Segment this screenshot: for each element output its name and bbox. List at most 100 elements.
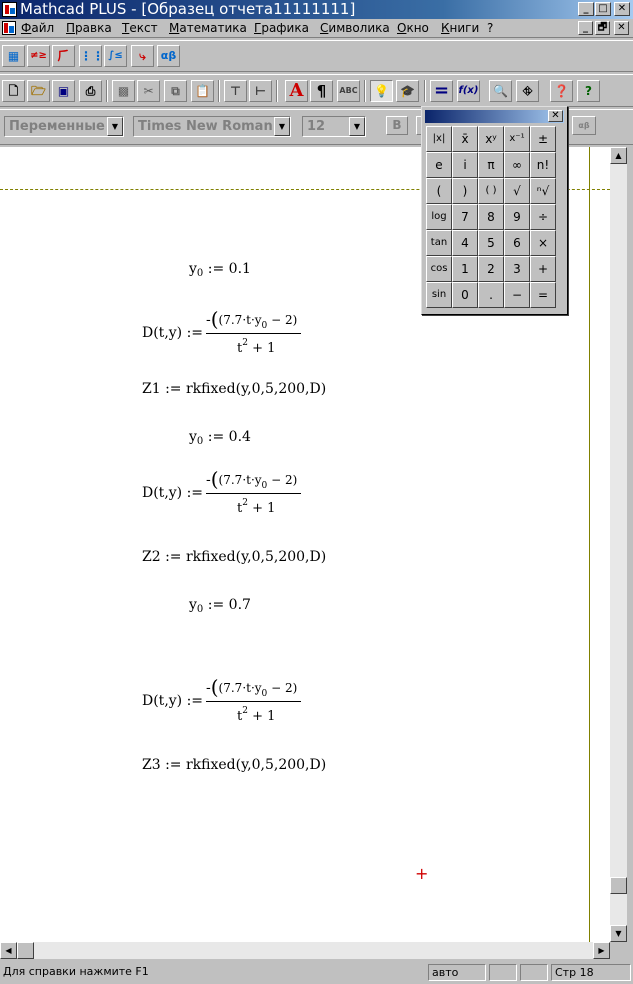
bold-button[interactable]: B bbox=[386, 116, 408, 135]
insert-text-icon[interactable]: A bbox=[285, 80, 308, 102]
rkfixed-z1[interactable]: Z1 := rkfixed(y,0,5,200,D) bbox=[142, 381, 326, 397]
palette-key[interactable]: ) bbox=[452, 178, 478, 204]
definition-y0-1[interactable]: y0 := 0.1 bbox=[189, 261, 251, 282]
resource-icon[interactable]: ⛗ bbox=[516, 80, 539, 102]
zoom-icon[interactable]: 🔍 bbox=[489, 80, 512, 102]
doc-close-button[interactable]: ✕ bbox=[614, 21, 629, 35]
calculator-palette[interactable]: ✕ |x| x̄ xʸ x⁻¹ ± e i π ∞ n! ()( ) √ ⁿ√ log 7 8 9 ÷ tan 4 5 6… bbox=[421, 106, 568, 315]
palette-key[interactable]: − bbox=[504, 282, 530, 308]
close-button[interactable]: ✕ bbox=[614, 2, 630, 16]
palette-key[interactable]: √ bbox=[504, 178, 530, 204]
menu-edit[interactable]: Правка bbox=[66, 21, 112, 36]
save-disk-icon[interactable]: ▣ bbox=[52, 80, 75, 102]
scroll-up-arrow-icon[interactable]: ▲ bbox=[610, 147, 627, 164]
mathcad-app-icon[interactable] bbox=[2, 2, 17, 17]
menu-text[interactable]: Текст bbox=[122, 21, 158, 36]
definition-y0-2[interactable]: y0 := 0.4 bbox=[189, 429, 251, 450]
align-top-icon[interactable]: ⊤ bbox=[224, 80, 247, 102]
menu-graphics[interactable]: Графика bbox=[254, 21, 309, 36]
palette-key[interactable]: π bbox=[478, 152, 504, 178]
copy-icon[interactable]: ⧉ bbox=[164, 80, 187, 102]
menu-window[interactable]: Окно bbox=[397, 21, 429, 36]
open-folder-icon[interactable]: 🗁 bbox=[27, 80, 50, 102]
tutorial-cap-icon[interactable]: 🎓 bbox=[396, 80, 419, 102]
lightbulb-icon[interactable]: 💡 bbox=[370, 80, 393, 102]
help-pointer-icon[interactable]: ❓ bbox=[550, 80, 573, 102]
palette-key[interactable]: × bbox=[530, 230, 556, 256]
palette-key[interactable]: ÷ bbox=[530, 204, 556, 230]
palette-key[interactable]: ∞ bbox=[504, 152, 530, 178]
graph-palette-icon[interactable]: ⺁ bbox=[52, 45, 75, 67]
menu-math[interactable]: Математика bbox=[169, 21, 247, 36]
font-combobox[interactable]: Times New Roman C ▼ bbox=[133, 116, 291, 137]
palette-key[interactable]: sin bbox=[426, 282, 452, 308]
paragraph-icon[interactable]: ¶ bbox=[310, 80, 333, 102]
spell-check-icon[interactable]: ABC bbox=[337, 80, 360, 102]
style-combobox[interactable]: Переменные ▼ bbox=[4, 116, 124, 137]
menu-file[interactable]: Файл bbox=[21, 21, 54, 36]
minimize-button[interactable]: _ bbox=[578, 2, 594, 16]
palette-key[interactable]: n! bbox=[530, 152, 556, 178]
cut-icon[interactable]: ✂ bbox=[137, 80, 160, 102]
chevron-down-icon[interactable]: ▼ bbox=[274, 117, 290, 136]
palette-key[interactable]: log bbox=[426, 204, 452, 230]
definition-y0-3[interactable]: y0 := 0.7 bbox=[189, 597, 251, 618]
palette-key[interactable]: 0 bbox=[452, 282, 478, 308]
palette-title-bar[interactable]: ✕ bbox=[425, 110, 564, 123]
palette-key[interactable]: ( bbox=[426, 178, 452, 204]
doc-minimize-button[interactable]: _ bbox=[578, 21, 593, 35]
function-d-definition-2[interactable]: D(t,y) := bbox=[142, 485, 203, 501]
calculus-palette-icon[interactable]: ∫≤ bbox=[104, 45, 127, 67]
paste-icon[interactable]: 📋 bbox=[191, 80, 214, 102]
new-file-icon[interactable]: 🗋 bbox=[2, 80, 25, 102]
palette-key[interactable]: 8 bbox=[478, 204, 504, 230]
palette-key[interactable]: |x| bbox=[426, 126, 452, 152]
palette-key[interactable]: tan bbox=[426, 230, 452, 256]
palette-key[interactable]: cos bbox=[426, 256, 452, 282]
palette-key[interactable]: i bbox=[452, 152, 478, 178]
palette-key[interactable]: 9 bbox=[504, 204, 530, 230]
vertical-scrollbar[interactable]: ▲ ▼ bbox=[610, 147, 627, 942]
menu-books[interactable]: Книги bbox=[441, 21, 479, 36]
scroll-thumb[interactable] bbox=[610, 877, 627, 894]
palette-key[interactable]: ⁿ√ bbox=[530, 178, 556, 204]
menu-symbolics[interactable]: Символика bbox=[320, 21, 390, 36]
palette-key[interactable]: 6 bbox=[504, 230, 530, 256]
palette-key[interactable]: 1 bbox=[452, 256, 478, 282]
help-button[interactable]: ? bbox=[577, 80, 600, 102]
scroll-right-arrow-icon[interactable]: ▶ bbox=[593, 942, 610, 959]
greek-toggle-button[interactable]: αβ bbox=[572, 116, 596, 135]
palette-key[interactable]: 2 bbox=[478, 256, 504, 282]
evaluation-palette-icon[interactable]: ≠≥ bbox=[27, 45, 50, 67]
calculator-palette-icon[interactable]: ▦ bbox=[2, 45, 25, 67]
palette-key[interactable]: ± bbox=[530, 126, 556, 152]
palette-key[interactable]: xʸ bbox=[478, 126, 504, 152]
print-icon[interactable]: ⎙ bbox=[79, 80, 102, 102]
function-d-definition-3[interactable]: D(t,y) := bbox=[142, 693, 203, 709]
rkfixed-z3[interactable]: Z3 := rkfixed(y,0,5,200,D) bbox=[142, 757, 326, 773]
maximize-button[interactable]: □ bbox=[595, 2, 611, 16]
greek-palette-icon[interactable]: αβ bbox=[157, 45, 180, 67]
palette-key[interactable]: x⁻¹ bbox=[504, 126, 530, 152]
hscroll-thumb[interactable] bbox=[17, 942, 34, 959]
palette-close-button[interactable]: ✕ bbox=[548, 110, 563, 122]
align-left-icon[interactable]: ⊢ bbox=[249, 80, 272, 102]
palette-key[interactable]: = bbox=[530, 282, 556, 308]
palette-key[interactable]: 7 bbox=[452, 204, 478, 230]
check-spelling-region-icon[interactable]: ▩ bbox=[112, 80, 135, 102]
horizontal-scrollbar[interactable]: ◀ ▶ bbox=[0, 942, 610, 959]
palette-key[interactable]: ( ) bbox=[478, 178, 504, 204]
menu-help[interactable]: ? bbox=[487, 21, 493, 36]
scroll-left-arrow-icon[interactable]: ◀ bbox=[0, 942, 17, 959]
rkfixed-z2[interactable]: Z2 := rkfixed(y,0,5,200,D) bbox=[142, 549, 326, 565]
scroll-down-arrow-icon[interactable]: ▼ bbox=[610, 925, 627, 942]
function-d-definition-1[interactable]: D(t,y) := bbox=[142, 325, 203, 341]
evaluate-equals-button[interactable]: = bbox=[430, 80, 453, 102]
chevron-down-icon[interactable]: ▼ bbox=[107, 117, 123, 136]
palette-key[interactable]: 4 bbox=[452, 230, 478, 256]
palette-key[interactable]: x̄ bbox=[452, 126, 478, 152]
document-icon[interactable] bbox=[2, 21, 16, 35]
palette-key[interactable]: . bbox=[478, 282, 504, 308]
doc-restore-button[interactable]: 🗗 bbox=[595, 21, 610, 35]
matrix-palette-icon[interactable]: ⋮⋮ bbox=[79, 45, 104, 67]
